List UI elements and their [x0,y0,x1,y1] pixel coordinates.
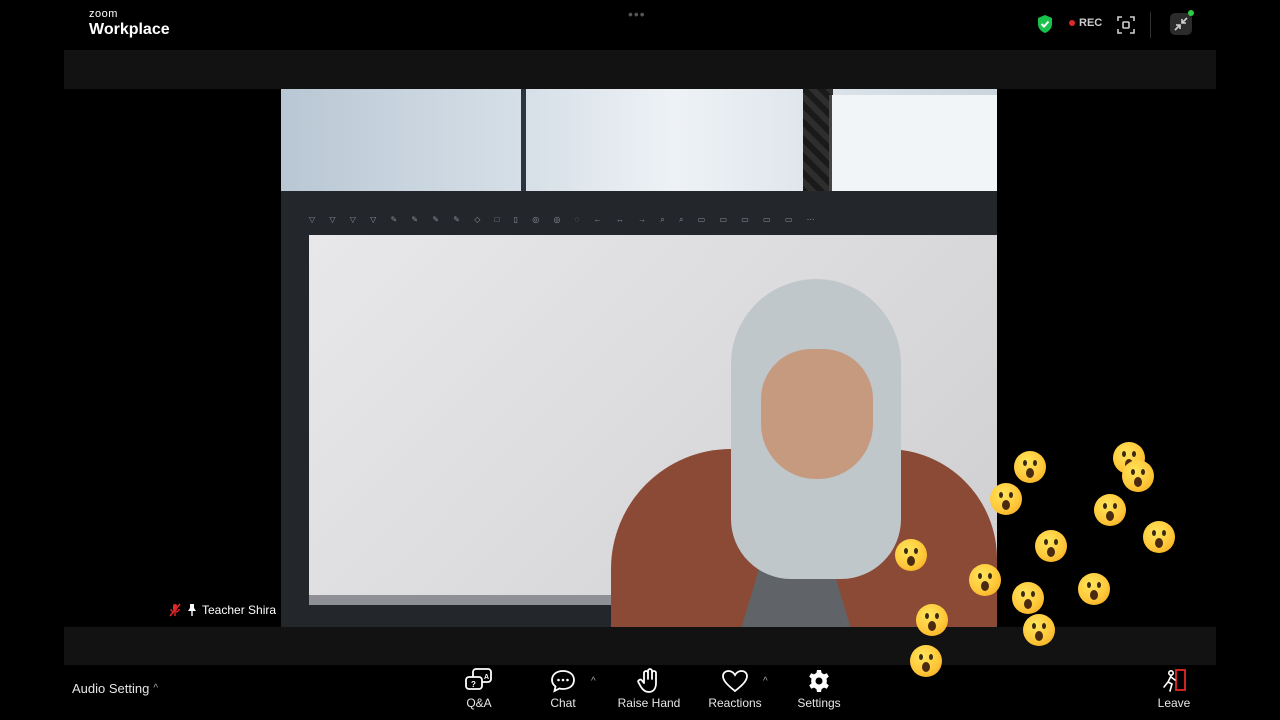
reaction-emoji-icon [1012,582,1044,614]
reaction-emoji-icon [916,604,948,636]
reaction-emoji-icon [1143,521,1175,553]
view-focus-icon[interactable] [1117,16,1135,39]
participant-name: Teacher Shira [202,603,277,617]
svg-text:A: A [484,674,489,681]
chat-button[interactable]: Chat [518,666,608,710]
audio-setting-button[interactable]: Audio Setting ^ [72,681,158,696]
exit-fullscreen-button[interactable] [1170,10,1194,35]
brand-name: zoom [89,8,118,20]
zoom-logo: zoom Workplace [89,9,170,38]
encryption-shield-icon[interactable] [1036,14,1054,39]
reaction-emoji-icon [1122,460,1154,492]
raise-hand-label: Raise Hand [617,696,681,710]
reactions-options-chevron-icon[interactable]: ^ [763,676,768,687]
stage-band-top [64,50,1216,89]
reaction-emoji-icon [910,645,942,677]
reaction-emoji-icon [895,539,927,571]
recording-dot-icon [1069,20,1075,26]
raise-hand-button[interactable]: Raise Hand [604,666,694,710]
notification-dot-icon [1188,10,1194,16]
audio-setting-label: Audio Setting [72,681,150,696]
participant-video[interactable]: ▽ ▽ ▽ ▽ ✎ ✎ ✎ ✎ ◇ □ ▯ ◎ ◎ ◌ ← ↔ → ⌕ ⌕ ▭ … [281,89,997,627]
recording-indicator[interactable]: REC [1069,17,1102,29]
reaction-emoji-icon [990,483,1022,515]
reaction-emoji-icon [1014,451,1046,483]
leave-icon [1150,666,1198,696]
raise-hand-icon [604,666,694,696]
mic-muted-icon [169,603,181,617]
reactions-button[interactable]: Reactions [690,666,780,710]
pin-icon [188,604,196,616]
chevron-up-icon: ^ [153,683,159,694]
video-whiteboard [829,95,997,191]
reaction-emoji-icon [969,564,1001,596]
video-monitor-sidebar [289,235,303,595]
chat-label: Chat [550,696,576,710]
reactions-label: Reactions [708,696,762,710]
chat-options-chevron-icon[interactable]: ^ [591,676,596,687]
reaction-emoji-icon [1094,494,1126,526]
gear-icon [774,666,864,696]
video-cable [521,89,526,194]
settings-button[interactable]: Settings [774,666,864,710]
participant-name-tag: Teacher Shira [166,600,281,620]
toolbar-divider [1150,12,1151,38]
leave-label: Leave [1157,696,1191,710]
svg-text:?: ? [471,680,476,689]
drag-handle-icon[interactable]: ••• [628,6,646,22]
video-person-face [761,349,873,479]
leave-button[interactable]: Leave [1150,666,1198,710]
settings-label: Settings [797,696,841,710]
qa-label: Q&A [466,696,492,710]
recording-label: REC [1079,17,1103,29]
video-person [611,279,997,627]
qa-button[interactable]: ? A Q&A [434,666,524,710]
reaction-emoji-icon [1035,530,1067,562]
reaction-emoji-icon [1023,614,1055,646]
minimize-icon [1174,17,1188,31]
reaction-emoji-icon [1078,573,1110,605]
video-monitor-toolbar: ▽ ▽ ▽ ▽ ✎ ✎ ✎ ✎ ◇ □ ▯ ◎ ◎ ◌ ← ↔ → ⌕ ⌕ ▭ … [309,215,821,224]
qa-icon: ? A [434,666,524,696]
product-name: Workplace [89,21,170,38]
